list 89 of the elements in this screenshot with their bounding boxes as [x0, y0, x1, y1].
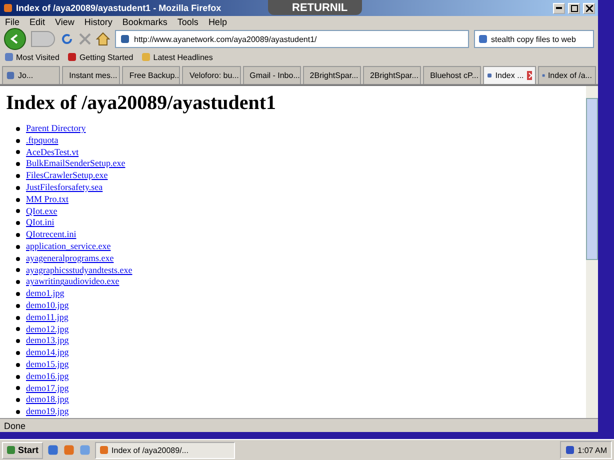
file-link[interactable]: JustFilesforsafety.sea — [26, 182, 103, 194]
bullet-icon — [16, 304, 20, 308]
browser-tab[interactable]: 2BrightSpar... — [362, 66, 422, 84]
file-link[interactable]: ayawritingaudiovideo.exe — [26, 276, 120, 288]
menu-item[interactable]: History — [84, 17, 112, 27]
bullet-icon — [16, 138, 20, 143]
clock: 1:07 AM — [578, 446, 607, 454]
minimize-button[interactable] — [553, 2, 565, 14]
file-link[interactable]: demo19.jpg — [26, 406, 69, 418]
browser-tab[interactable]: Jo... — [2, 66, 60, 84]
menu-item[interactable]: Tools — [177, 17, 198, 27]
browser-tab[interactable]: Index of /a... — [538, 66, 596, 84]
bullet-icon — [16, 410, 20, 414]
address-field[interactable]: http://www.ayanetwork.com/aya20089/ayastudent1/ — [115, 30, 469, 48]
search-field[interactable]: stealth copy files to web — [474, 30, 594, 48]
bullet-icon — [16, 362, 20, 367]
file-link[interactable]: QIot.ini — [26, 217, 54, 230]
bullet-icon — [16, 292, 20, 296]
file-link[interactable]: QIot.exe — [26, 206, 58, 218]
minimize-icon — [556, 7, 562, 9]
bullet-icon — [16, 327, 20, 332]
arrow-left-icon — [10, 34, 20, 44]
menu-item[interactable]: Edit — [30, 17, 46, 27]
maximize-button[interactable] — [568, 2, 580, 14]
browser-tab[interactable]: Free Backup... — [122, 66, 180, 84]
bullet-icon — [16, 339, 20, 344]
bullet-icon — [16, 280, 20, 284]
bullet-icon — [16, 268, 20, 272]
start-button[interactable]: Start — [2, 442, 43, 458]
bookmark-item[interactable]: Getting Started — [67, 52, 134, 62]
file-link[interactable]: demo15.jpg — [26, 358, 69, 371]
file-link[interactable]: demo12.jpg — [26, 324, 69, 336]
file-link[interactable]: ayageneralprograms.exe — [26, 252, 114, 265]
reload-icon[interactable] — [60, 32, 74, 46]
menu-item[interactable]: File — [5, 17, 20, 27]
close-button[interactable] — [583, 2, 595, 14]
status-text: Done — [4, 420, 26, 430]
bookmark-item[interactable]: Latest Headlines — [141, 52, 213, 62]
home-icon[interactable] — [96, 32, 110, 46]
file-link[interactable]: AceDesTest.vt — [26, 146, 79, 158]
returnil-badge: RETURNIL — [268, 0, 362, 15]
file-link[interactable]: demo11.jpg — [26, 312, 68, 324]
browser-tab[interactable]: 2BrightSpar... — [302, 66, 361, 84]
file-link[interactable]: application_service.exe — [26, 240, 111, 253]
bullet-icon — [16, 209, 20, 214]
bullet-icon — [16, 398, 20, 402]
taskbar-button[interactable]: Index of /aya20089/... — [94, 442, 235, 458]
bullet-icon — [16, 186, 20, 190]
file-link[interactable]: demo13.jpg — [26, 335, 69, 348]
maximize-icon — [570, 4, 578, 12]
file-link[interactable]: FilesCrawlerSetup.exe — [26, 170, 108, 182]
file-link[interactable]: demo18.jpg — [26, 394, 69, 406]
bullet-icon — [16, 386, 20, 390]
file-link[interactable]: demo1.jpg — [26, 288, 64, 300]
file-link[interactable]: ayagraphicsstudyandtests.exe — [26, 264, 132, 276]
browser-tab[interactable]: Veloforo: bu... — [182, 66, 241, 84]
file-link[interactable]: MM Pro.txt — [26, 194, 69, 206]
back-button[interactable] — [4, 28, 26, 50]
menu-item[interactable]: Help — [208, 17, 227, 27]
bookmark-item[interactable]: Most Visited — [4, 52, 60, 62]
bullet-icon — [16, 174, 20, 178]
bullet-icon — [16, 150, 20, 154]
bullet-icon — [16, 198, 20, 202]
bullet-icon — [16, 162, 20, 166]
file-link[interactable]: demo10.jpg — [26, 300, 69, 312]
browser-tab[interactable]: Instant mes... — [62, 66, 120, 84]
browser-tab[interactable]: Gmail - Inbo... — [242, 66, 301, 84]
browser-tab[interactable]: Index ... — [483, 66, 536, 84]
page-heading: Index of /aya20089/ayastudent1 — [6, 92, 278, 115]
file-link[interactable]: demo14.jpg — [26, 347, 69, 359]
file-link[interactable]: demo17.jpg — [26, 382, 69, 394]
bullet-icon — [16, 233, 20, 238]
file-link[interactable]: Parent Directory — [26, 123, 86, 135]
file-link[interactable]: QIotrecent.ini — [26, 229, 76, 241]
bullet-icon — [16, 316, 20, 320]
bullet-icon — [16, 126, 20, 131]
bullet-icon — [16, 221, 20, 226]
bullet-icon — [16, 256, 20, 261]
bullet-icon — [16, 351, 20, 356]
bullet-icon — [16, 374, 20, 379]
scrollbar[interactable] — [586, 86, 598, 418]
file-link[interactable]: demo16.jpg — [26, 370, 69, 383]
file-link[interactable]: BulkEmailSenderSetup.exe — [26, 158, 126, 170]
menu-item[interactable]: Bookmarks — [122, 17, 168, 27]
bullet-icon — [16, 244, 20, 249]
browser-tab[interactable]: Bluehost cP... — [423, 66, 482, 84]
window-title: Index of /aya20089/ayastudent1 - Mozilla Firefox — [16, 3, 222, 13]
menu-item[interactable]: View — [55, 17, 74, 27]
file-link[interactable]: .ftpquota — [26, 134, 58, 147]
